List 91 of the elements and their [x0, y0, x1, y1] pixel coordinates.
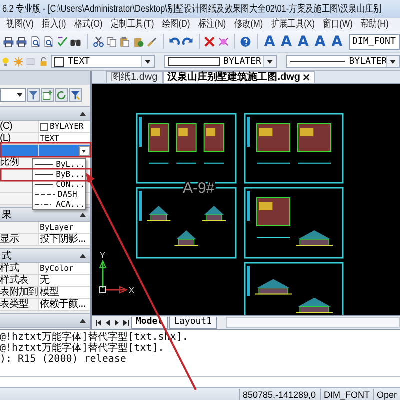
text-style-button[interactable]: A [296, 32, 311, 50]
close-icon[interactable] [303, 74, 310, 81]
menu-item[interactable]: 插入(I) [42, 18, 66, 31]
selection-combo[interactable] [0, 88, 26, 102]
layout-tab[interactable]: Layout1 [169, 316, 218, 329]
preview-icon[interactable] [43, 34, 55, 48]
document-tab[interactable]: 汉泉山庄别墅建筑施工图.dwg [162, 71, 316, 83]
dropdown-arrow-button[interactable] [79, 146, 90, 156]
property-row[interactable]: 样式 ByColor [0, 263, 90, 275]
layer-dropdown[interactable]: TEXT [51, 55, 155, 68]
spellcheck-icon[interactable] [56, 34, 68, 48]
status-field[interactable]: DIM_FONT [320, 389, 373, 400]
menu-item[interactable]: 定制工具(T) [110, 18, 154, 31]
property-row[interactable]: 样式表 无 [0, 275, 90, 287]
property-row[interactable] [0, 145, 90, 157]
property-value: TEXT [39, 133, 60, 144]
property-label: 显示 [0, 234, 39, 245]
color-square-icon [54, 56, 64, 66]
command-output-line: ): R15 (2000) release [0, 354, 128, 365]
property-row[interactable]: (C) BYLAYER [0, 121, 90, 133]
printer-icon[interactable] [16, 34, 28, 48]
property-label: 样式 [0, 263, 39, 274]
printer-icon[interactable] [3, 34, 14, 48]
linetype-option[interactable]: ACA... [33, 199, 85, 209]
property-label: 表附加到 [0, 287, 39, 298]
document-tab[interactable]: 图纸1.dwg [106, 71, 163, 83]
property-label: 表类型 [0, 299, 39, 310]
coordinates-readout: 850785,-141289,0 [238, 389, 320, 400]
property-label: (L) [0, 133, 39, 144]
property-value: BYLAYER [50, 121, 84, 132]
section-header[interactable]: 式 [0, 248, 90, 263]
menu-item[interactable]: 修改(M) [234, 18, 264, 31]
collapse-icon[interactable] [80, 318, 86, 322]
property-label: (C) [0, 121, 39, 132]
font-style-field[interactable]: DIM_FONT [348, 34, 400, 50]
next-icon[interactable] [113, 318, 121, 327]
collapse-icon[interactable] [80, 112, 86, 116]
window-title: 6.2 专业版 - [C:\Users\Administrator\Desktop\别墅设计图纸及效果图大全02\01-方案及施工图\汉泉山庄别 [1, 2, 382, 16]
refresh-icon[interactable] [56, 90, 67, 100]
linetype-option[interactable]: DASH [33, 189, 85, 199]
paste-icon[interactable] [119, 34, 131, 48]
menu-item[interactable]: 绘图(D) [162, 18, 190, 31]
property-row[interactable]: 表类型 依赖于颜... [0, 299, 90, 311]
color-dropdown[interactable]: BYLATER [164, 55, 278, 68]
help-icon[interactable] [240, 34, 252, 48]
text-style-button[interactable]: A [330, 32, 345, 50]
menu-item[interactable]: 视图(V) [6, 18, 34, 31]
property-label: 样式表 [0, 275, 39, 286]
line-sample [290, 61, 346, 62]
collapse-icon[interactable] [80, 254, 86, 258]
funnel-icon[interactable] [70, 90, 81, 100]
linetype-dropdown[interactable]: BYLATER [286, 55, 400, 68]
section-title: 式 [2, 250, 12, 262]
linetype-option[interactable]: ByB... [33, 169, 85, 179]
last-page-icon[interactable] [122, 318, 130, 327]
delete-icon[interactable] [204, 34, 216, 48]
add-icon[interactable] [42, 90, 53, 100]
copy-icon[interactable] [106, 34, 118, 48]
text-style-button[interactable]: A [279, 32, 294, 50]
scissors-icon[interactable] [92, 34, 104, 48]
property-value: 模型 [39, 287, 60, 298]
horizontal-scrollbar[interactable] [226, 317, 400, 328]
first-page-icon[interactable] [95, 318, 103, 327]
property-value: 投下阴影... [39, 234, 88, 245]
property-value: 无 [39, 275, 51, 286]
color-swatch [168, 57, 220, 66]
previous-icon[interactable] [104, 318, 112, 327]
command-output-line: @!hztxt万能字体]替代字型[txt]. [0, 343, 166, 354]
property-row[interactable]: 显示 投下阴影... [0, 234, 90, 246]
menu-item[interactable]: 格式(O) [74, 18, 103, 31]
property-row[interactable]: ByLayer [0, 222, 90, 234]
menu-item[interactable]: 帮助(H) [361, 18, 389, 31]
axis-label: Y [100, 251, 106, 260]
property-row[interactable]: 表附加到 模型 [0, 287, 90, 299]
menu-item[interactable]: 标注(N) [198, 18, 226, 31]
ucs-icon [99, 260, 128, 294]
menu-item[interactable]: 扩展工具(X) [271, 18, 315, 31]
property-value: ByLayer [39, 222, 75, 233]
status-field[interactable]: Oper [372, 389, 400, 400]
property-row[interactable]: (L) TEXT [0, 133, 90, 145]
menu-item[interactable]: 窗口(W) [323, 18, 353, 31]
lock-icon[interactable] [38, 56, 48, 68]
text-style-button[interactable]: A [312, 32, 328, 50]
property-value: 依赖于颜... [39, 299, 88, 310]
preview-icon[interactable] [30, 34, 42, 48]
axis-label: X [129, 286, 134, 295]
text-style-button[interactable]: A [262, 32, 278, 50]
section-title: 果 [2, 208, 12, 222]
property-value: ByColor [39, 263, 75, 274]
filter-icon[interactable] [28, 90, 39, 100]
light-bulb-icon[interactable] [1, 56, 11, 68]
